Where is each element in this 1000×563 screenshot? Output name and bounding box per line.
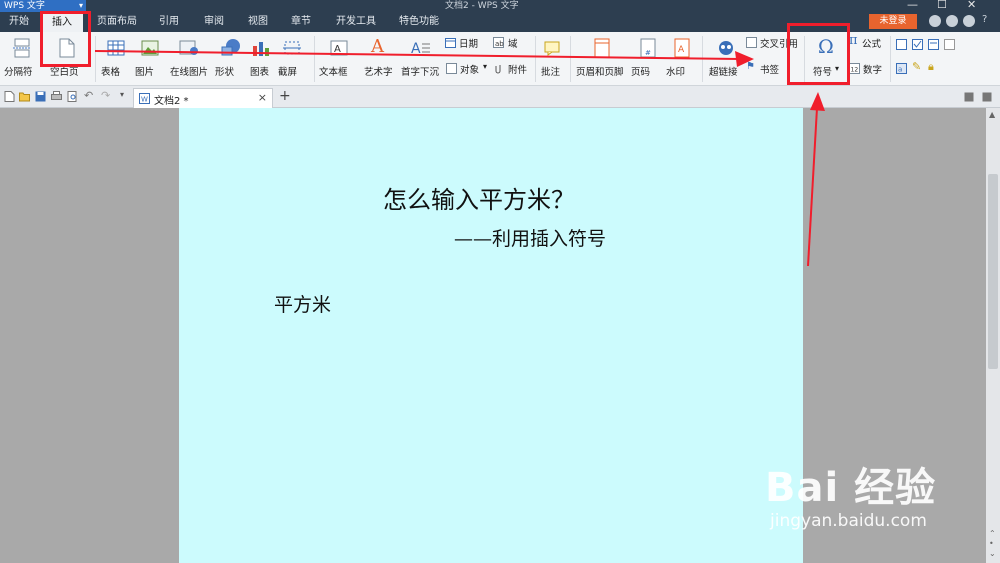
baidu-watermark: Bai 经验 jingyan.baidu.com	[765, 455, 937, 531]
arrow-line-horizontal	[94, 50, 741, 60]
watermark-brand: Bai 经验	[765, 465, 937, 511]
arrow-head-right	[735, 51, 754, 67]
watermark-url: jingyan.baidu.com	[770, 511, 927, 531]
arrow-head-up	[810, 92, 825, 111]
arrow-line-vertical	[807, 107, 818, 267]
